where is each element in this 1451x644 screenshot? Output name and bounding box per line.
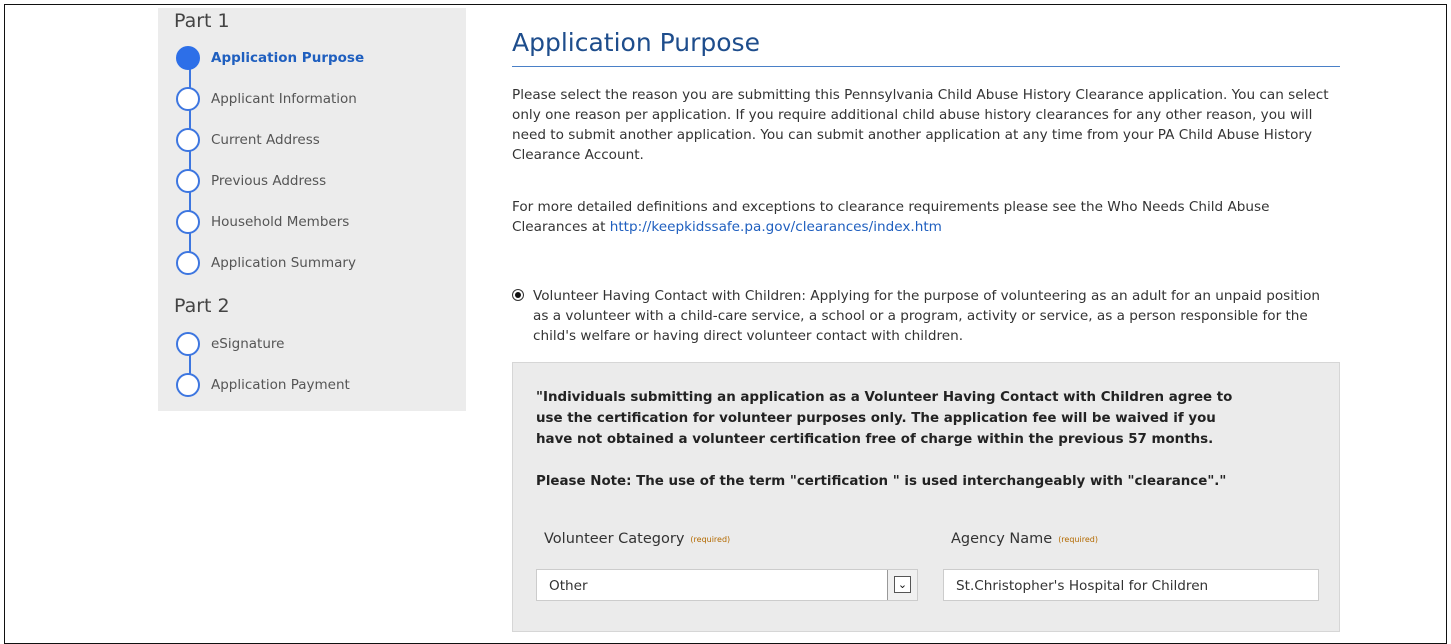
step-label: Previous Address — [211, 173, 327, 189]
required-tag: (required) — [690, 534, 731, 544]
volunteer-option[interactable]: Volunteer Having Contact with Children: … — [512, 286, 1333, 346]
step-circle-icon — [176, 87, 200, 111]
radio-selected-dot-icon — [515, 292, 521, 298]
step-label: Application Purpose — [211, 50, 365, 66]
step-application-payment[interactable]: Application Payment — [176, 371, 350, 399]
volunteer-radio-button[interactable] — [512, 289, 524, 301]
step-circle-icon — [176, 332, 200, 356]
main-content: Application Purpose Please select the re… — [512, 20, 1340, 632]
step-circle-icon — [176, 373, 200, 397]
step-label: eSignature — [211, 336, 285, 352]
volunteer-category-label: Volunteer Category (required) — [544, 531, 730, 547]
step-circle-icon — [176, 251, 200, 275]
step-label: Application Summary — [211, 255, 356, 271]
step-esignature[interactable]: eSignature — [176, 330, 284, 358]
dropdown-button[interactable]: ⌄ — [887, 570, 917, 600]
page-title: Application Purpose — [512, 20, 1340, 67]
volunteer-option-label: Volunteer Having Contact with Children: … — [533, 288, 1321, 344]
progress-sidebar: Part 1 Application Purpose Applicant Inf… — [158, 8, 466, 411]
part1-steps: Application Purpose Applicant Informatio… — [176, 44, 466, 294]
step-application-summary[interactable]: Application Summary — [176, 249, 356, 277]
required-tag: (required) — [1058, 534, 1098, 544]
agency-name-value: St.Christopher's Hospital for Children — [956, 578, 1209, 594]
part1-title: Part 1 — [174, 10, 230, 32]
intro-paragraph: Please select the reason you are submitt… — [512, 87, 1329, 163]
volunteer-category-value: Other — [549, 578, 588, 594]
step-circle-active-icon — [176, 46, 200, 70]
step-previous-address[interactable]: Previous Address — [176, 167, 326, 195]
part2-steps: eSignature Application Payment — [176, 330, 466, 400]
step-circle-icon — [176, 128, 200, 152]
volunteer-category-label-text: Volunteer Category — [544, 531, 685, 547]
chevron-down-icon: ⌄ — [894, 576, 911, 593]
part2-title: Part 2 — [174, 295, 230, 317]
step-label: Current Address — [211, 132, 320, 148]
step-application-purpose[interactable]: Application Purpose — [176, 44, 364, 72]
agency-name-input[interactable]: St.Christopher's Hospital for Children — [943, 569, 1319, 601]
step-label: Applicant Information — [211, 91, 357, 107]
notice-text: "Individuals submitting an application a… — [536, 390, 1233, 447]
agency-name-label: Agency Name (required) — [951, 531, 1098, 547]
volunteer-notice-panel: "Individuals submitting an application a… — [512, 362, 1340, 632]
definitions-paragraph: For more detailed definitions and except… — [512, 197, 1340, 237]
step-circle-icon — [176, 210, 200, 234]
step-applicant-information[interactable]: Applicant Information — [176, 85, 357, 113]
step-current-address[interactable]: Current Address — [176, 126, 320, 154]
step-circle-icon — [176, 169, 200, 193]
step-household-members[interactable]: Household Members — [176, 208, 349, 236]
step-label: Household Members — [211, 214, 350, 230]
step-label: Application Payment — [211, 377, 350, 393]
notice-note: Please Note: The use of the term "certif… — [536, 474, 1227, 489]
volunteer-category-select[interactable]: Other ⌄ — [536, 569, 918, 601]
agency-name-label-text: Agency Name — [951, 531, 1053, 547]
clearances-link[interactable]: http://keepkidssafe.pa.gov/clearances/in… — [610, 219, 942, 235]
